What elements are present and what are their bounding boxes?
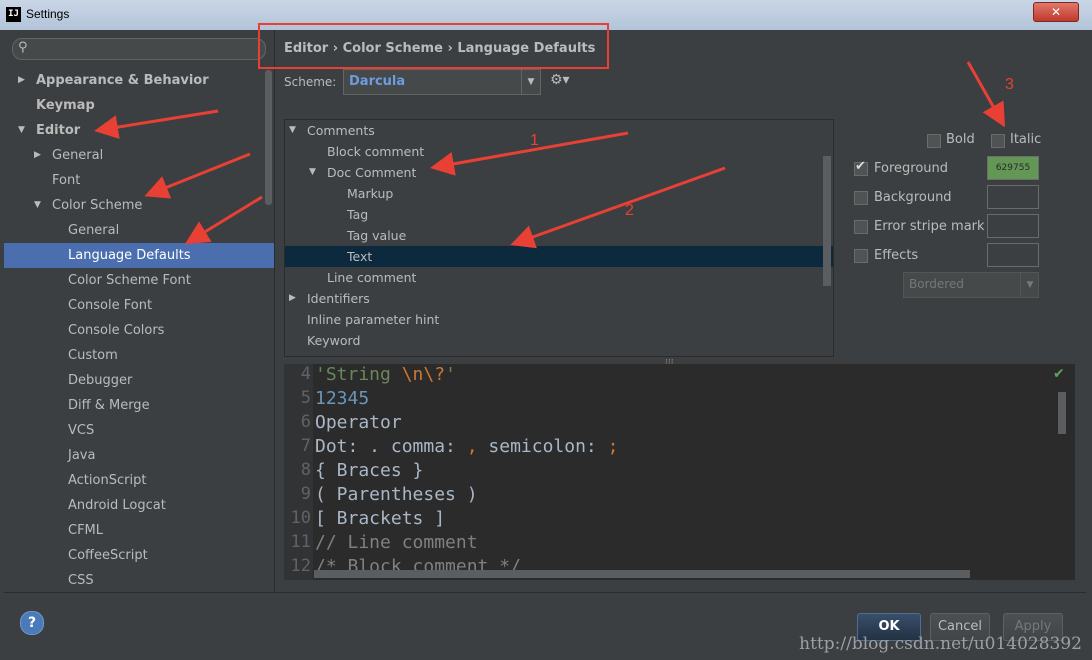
annotation-arrow — [144, 152, 251, 199]
annotation-arrow — [94, 109, 219, 139]
annotation-arrow — [966, 61, 1005, 128]
annotation-arrow — [184, 195, 263, 245]
annotation-number-1: 1 — [530, 132, 539, 149]
annotation-number-2: 2 — [625, 202, 634, 219]
annotation-arrow — [510, 166, 726, 249]
annotation-number-3: 3 — [1005, 76, 1014, 93]
annotation-overlay — [94, 23, 1005, 249]
breadcrumb-highlight-box — [258, 23, 609, 69]
